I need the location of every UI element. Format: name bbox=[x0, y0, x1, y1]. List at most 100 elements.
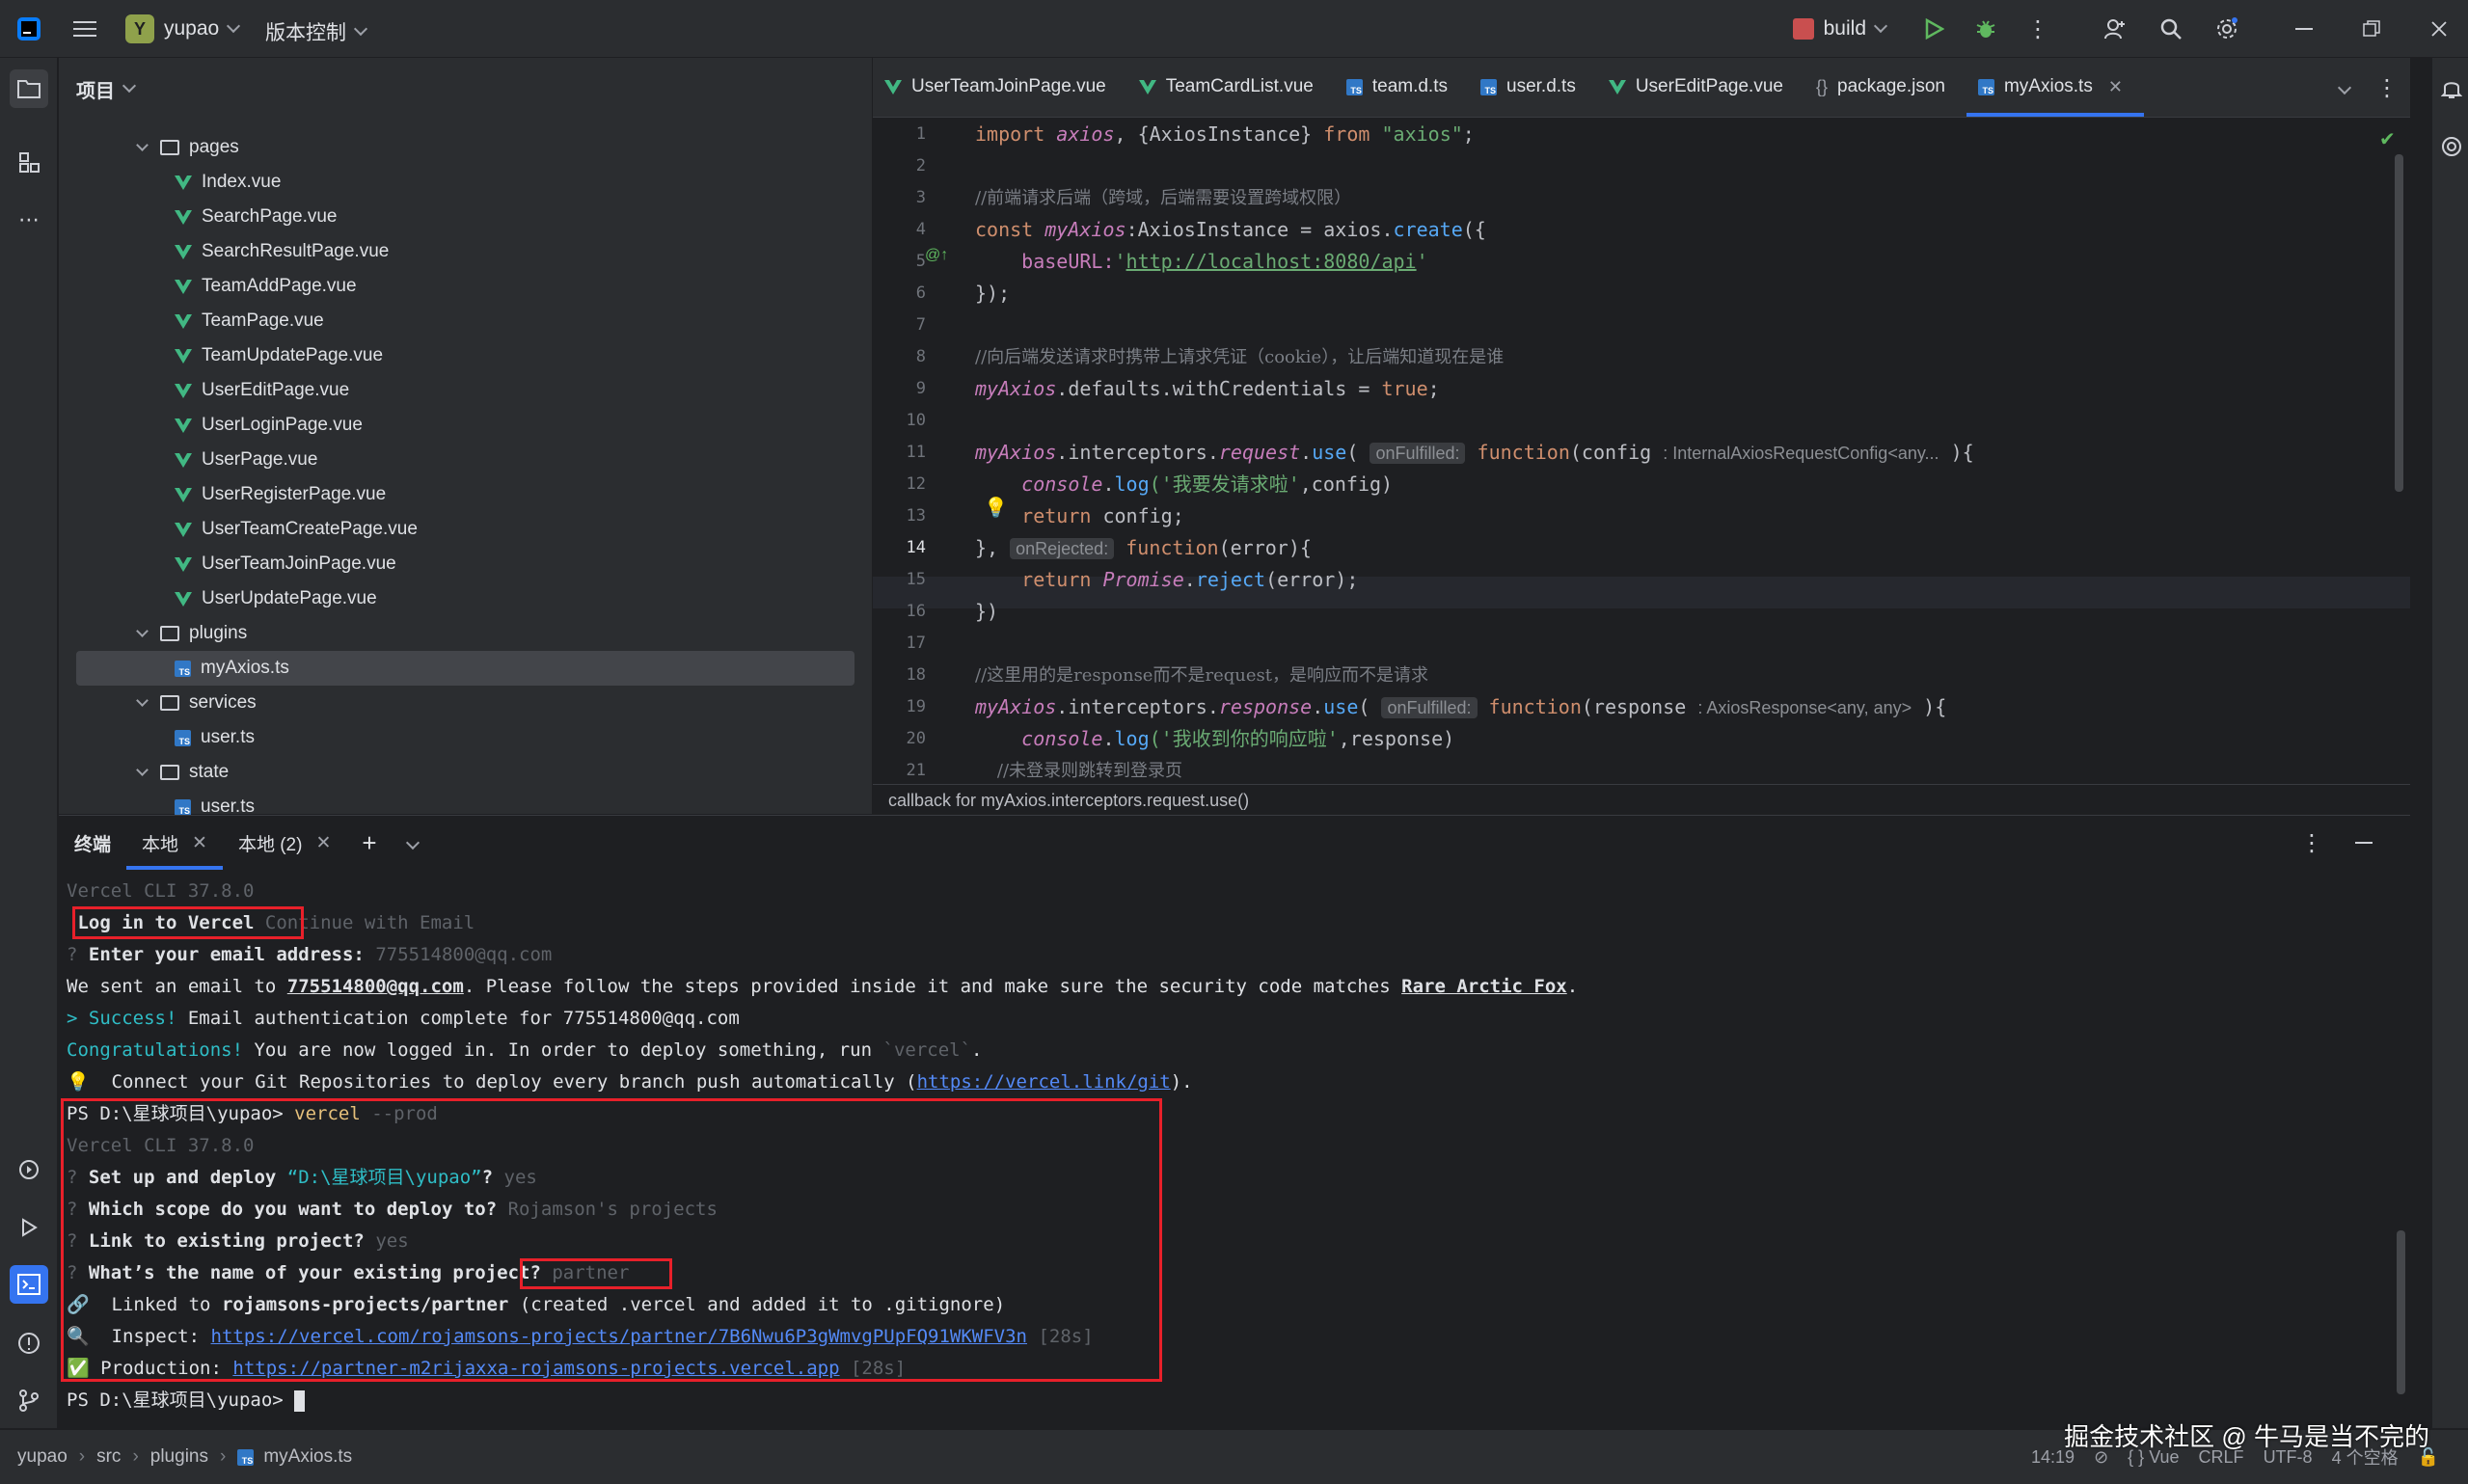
tabs-more-icon[interactable]: ⋮ bbox=[2368, 68, 2406, 107]
add-user-icon[interactable] bbox=[2096, 10, 2134, 48]
tabs-dropdown-icon[interactable] bbox=[2325, 68, 2364, 107]
editor-tab[interactable]: {} package.json bbox=[1804, 57, 1966, 117]
editor-tab[interactable]: TS team.d.ts bbox=[1335, 57, 1469, 117]
chevron-down-icon[interactable] bbox=[136, 625, 149, 637]
new-terminal-plus-icon[interactable]: + bbox=[346, 816, 392, 870]
close-icon[interactable]: ✕ bbox=[192, 832, 207, 854]
more-tools-icon[interactable]: ⋯ bbox=[10, 201, 48, 239]
tree-file[interactable]: SearchPage.vue bbox=[59, 200, 872, 234]
editor-breadcrumb[interactable]: callback for myAxios.interceptors.reques… bbox=[873, 784, 2410, 815]
debug-icon[interactable] bbox=[1966, 10, 2005, 48]
status-breadcrumb-item[interactable]: plugins bbox=[150, 1446, 208, 1468]
run-config-selector[interactable]: build bbox=[1792, 17, 1888, 40]
line-number: 12 bbox=[906, 474, 926, 494]
restore-icon[interactable] bbox=[2352, 10, 2391, 48]
tree-folder[interactable]: state bbox=[59, 755, 872, 790]
highlight-box-login bbox=[72, 906, 304, 939]
terminal-line: > Success! Email authentication complete… bbox=[67, 1008, 740, 1029]
tree-item-label: plugins bbox=[189, 623, 248, 643]
tree-file[interactable]: TS myAxios.ts bbox=[76, 651, 854, 686]
run-icon[interactable] bbox=[1914, 10, 1953, 48]
line-number: 8 bbox=[915, 347, 926, 366]
line-number: 20 bbox=[906, 729, 926, 748]
tree-file[interactable]: UserEditPage.vue bbox=[59, 373, 872, 408]
tree-file[interactable]: Index.vue bbox=[59, 165, 872, 200]
minimize-icon[interactable] bbox=[2285, 10, 2323, 48]
tree-file[interactable]: UserTeamCreatePage.vue bbox=[59, 512, 872, 547]
editor-tab[interactable]: UserEditPage.vue bbox=[1597, 57, 1804, 117]
editor-tab-label: TeamCardList.vue bbox=[1165, 76, 1314, 96]
tree-item-label: TeamUpdatePage.vue bbox=[202, 345, 384, 365]
main-menu-icon[interactable] bbox=[66, 10, 104, 48]
search-icon[interactable] bbox=[2152, 10, 2190, 48]
ai-assistant-icon[interactable] bbox=[2432, 127, 2468, 166]
chevron-down-icon[interactable] bbox=[136, 764, 149, 776]
terminal-panel: 终端 本地 ✕ 本地 (2) ✕ + ⋮ Vercel CLI 37.8.0 Log… bbox=[59, 815, 2410, 1428]
run-tool-icon[interactable] bbox=[10, 1208, 48, 1247]
tree-file[interactable]: UserPage.vue bbox=[59, 443, 872, 477]
code-line-19: myAxios.interceptors.response.use( onFul… bbox=[975, 695, 1947, 718]
editor-tab[interactable]: UserTeamJoinPage.vue bbox=[873, 57, 1127, 117]
app-logo-icon[interactable] bbox=[10, 10, 48, 48]
tree-folder[interactable]: services bbox=[59, 686, 872, 720]
structure-icon[interactable] bbox=[10, 143, 48, 181]
project-switcher[interactable]: Y yupao bbox=[125, 14, 241, 43]
services-icon[interactable] bbox=[10, 1150, 48, 1189]
line-number: 9 bbox=[915, 379, 926, 398]
tree-file[interactable]: SearchResultPage.vue bbox=[59, 234, 872, 269]
terminal-icon[interactable] bbox=[10, 1265, 48, 1304]
text-cursor bbox=[294, 1390, 306, 1412]
tree-folder[interactable]: pages bbox=[59, 130, 872, 165]
line-number: 17 bbox=[906, 634, 926, 653]
editor-tab[interactable]: TeamCardList.vue bbox=[1127, 57, 1335, 117]
chevron-down-icon[interactable] bbox=[136, 139, 149, 151]
settings-gear-icon[interactable] bbox=[2208, 10, 2246, 48]
terminal-more-icon[interactable]: ⋮ bbox=[2292, 823, 2331, 862]
terminal-dropdown-icon[interactable] bbox=[393, 816, 433, 870]
tree-file[interactable]: TeamAddPage.vue bbox=[59, 269, 872, 304]
tree-item-label: SearchResultPage.vue bbox=[202, 241, 390, 261]
tree-file[interactable]: TeamPage.vue bbox=[59, 304, 872, 338]
vue-file-icon bbox=[175, 486, 192, 503]
implementation-gutter-icon[interactable]: @↑ bbox=[925, 247, 948, 264]
typescript-file-icon: TS bbox=[175, 660, 191, 677]
tree-item-label: UserEditPage.vue bbox=[202, 380, 350, 400]
editor-tab[interactable]: TS user.d.ts bbox=[1469, 57, 1597, 117]
code-area[interactable]: import axios, {AxiosInstance} from "axio… bbox=[975, 119, 2325, 784]
tree-file[interactable]: TS user.ts bbox=[59, 720, 872, 755]
chevron-right-icon: › bbox=[132, 1446, 139, 1467]
npm-icon bbox=[1792, 18, 1814, 40]
vcs-menu[interactable]: 版本控制 bbox=[265, 17, 368, 46]
editor-tab[interactable]: TS myAxios.ts ✕ bbox=[1966, 57, 2144, 117]
more-actions-icon[interactable]: ⋮ bbox=[2019, 10, 2057, 48]
tree-folder[interactable]: plugins bbox=[59, 616, 872, 651]
tree-file[interactable]: UserLoginPage.vue bbox=[59, 408, 872, 443]
tree-file[interactable]: UserTeamJoinPage.vue bbox=[59, 547, 872, 581]
line-number: 16 bbox=[906, 602, 926, 621]
tree-item-label: UserLoginPage.vue bbox=[202, 415, 363, 435]
git-link[interactable]: https://vercel.link/git bbox=[917, 1071, 1171, 1093]
status-breadcrumb-item[interactable]: src bbox=[96, 1446, 121, 1468]
status-breadcrumb-item[interactable]: yupao bbox=[17, 1446, 68, 1468]
tree-file[interactable]: UserRegisterPage.vue bbox=[59, 477, 872, 512]
terminal-tab-local[interactable]: 本地 ✕ bbox=[126, 816, 223, 870]
close-icon[interactable] bbox=[2420, 10, 2458, 48]
status-breadcrumb-item[interactable]: myAxios.ts bbox=[263, 1446, 352, 1468]
terminal-scrollbar[interactable] bbox=[2397, 1230, 2405, 1394]
close-icon[interactable]: ✕ bbox=[315, 832, 331, 854]
line-number: 15 bbox=[906, 570, 926, 589]
line-number: 18 bbox=[906, 665, 926, 685]
problems-icon[interactable] bbox=[10, 1324, 48, 1363]
terminal-minimize-icon[interactable] bbox=[2345, 823, 2383, 862]
terminal-tab-local-2[interactable]: 本地 (2) ✕ bbox=[223, 816, 346, 870]
editor-scrollbar[interactable] bbox=[2395, 154, 2403, 492]
tree-file[interactable]: UserUpdatePage.vue bbox=[59, 581, 872, 616]
close-icon[interactable]: ✕ bbox=[2108, 77, 2123, 97]
notifications-bell-icon[interactable] bbox=[2432, 69, 2468, 108]
git-icon[interactable] bbox=[10, 1381, 48, 1419]
tree-item-label: state bbox=[189, 762, 230, 782]
tree-file[interactable]: TeamUpdatePage.vue bbox=[59, 338, 872, 373]
chevron-down-icon[interactable] bbox=[136, 694, 149, 707]
project-panel-header[interactable]: 项目 bbox=[59, 58, 872, 120]
project-folder-icon[interactable] bbox=[10, 69, 48, 108]
